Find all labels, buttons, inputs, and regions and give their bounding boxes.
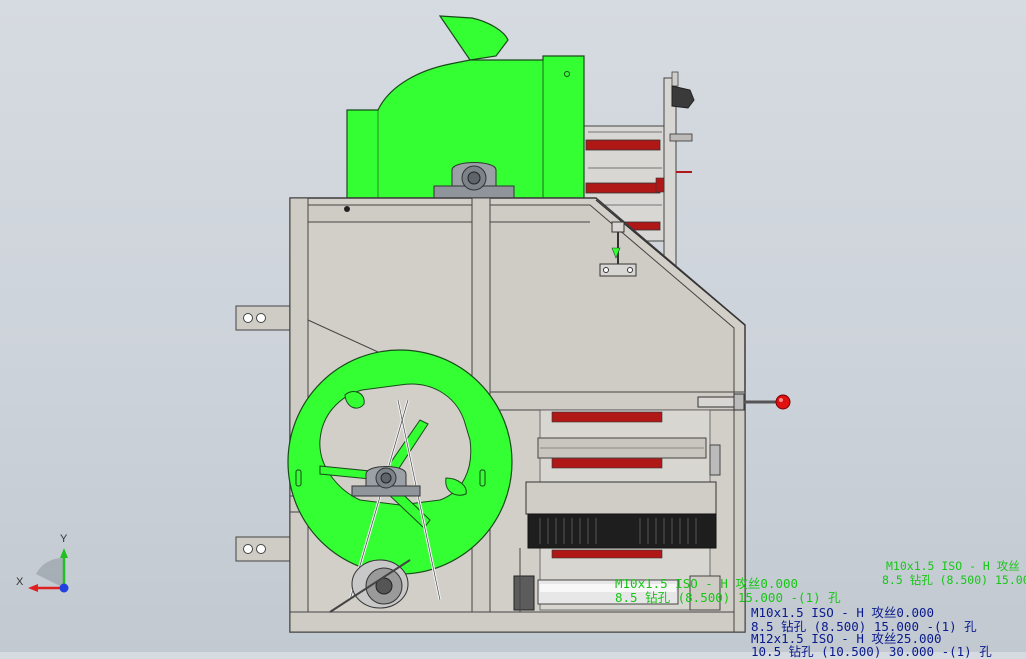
coordinate-triad (28, 548, 69, 593)
hole-callout-green-right-1: M10x1.5 ISO - H 攻丝 (886, 559, 1020, 573)
hole-callout-green-right-2: 8.5 钻孔 (8.500) 15.000 (882, 573, 1026, 587)
triad-x-label: X (16, 576, 24, 588)
hole-callout-green-2: 8.5 钻孔 (8.500) 15.000 -(1) 孔 (615, 590, 841, 605)
hole-callout-green-1: M10x1.5 ISO - H 攻丝0.000 (615, 576, 799, 591)
hole-callout-1: M10x1.5 ISO - H 攻丝0.000 (751, 605, 935, 620)
cad-viewport[interactable] (0, 0, 1026, 652)
triad-y-label: Y (60, 533, 68, 545)
